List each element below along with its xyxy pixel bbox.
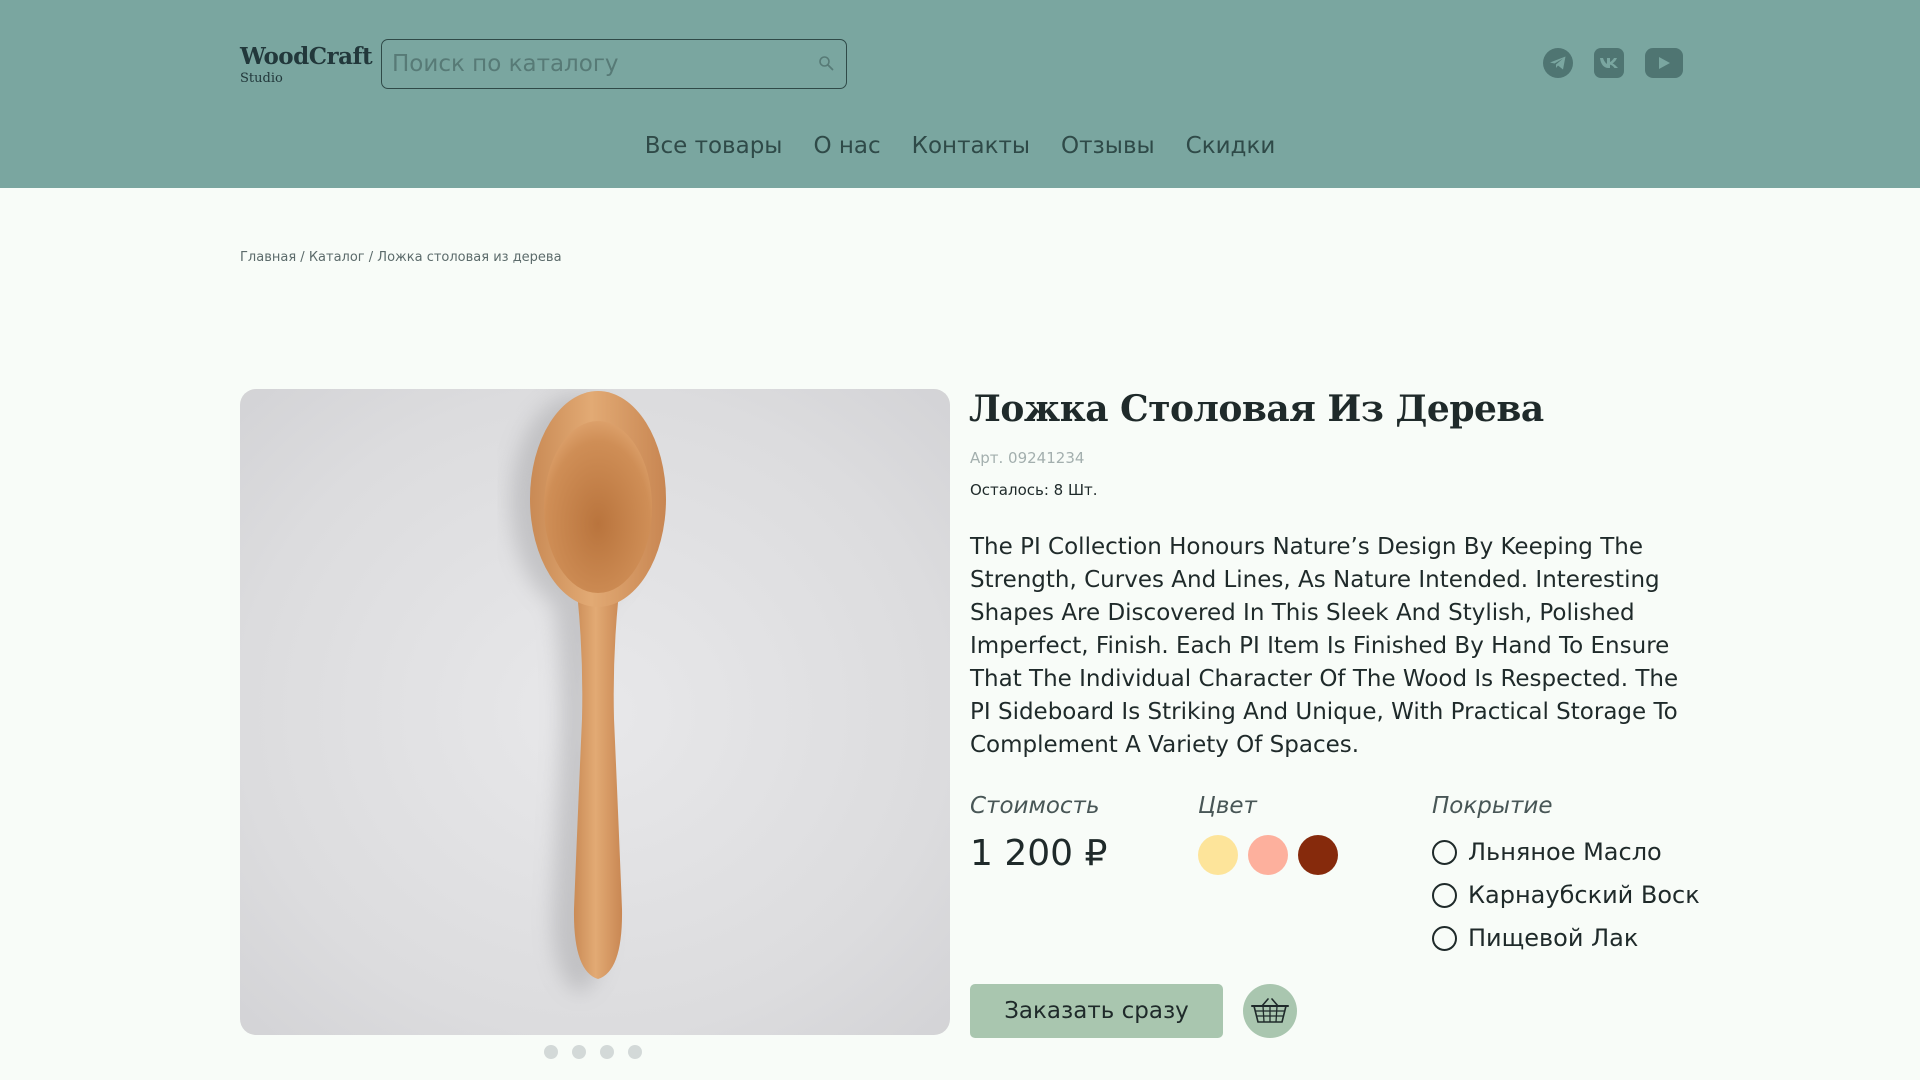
coating-option-label: Карнаубский Воск — [1468, 881, 1700, 909]
telegram-icon[interactable] — [1543, 48, 1573, 78]
basket-icon — [1251, 998, 1289, 1023]
price-label: Стоимость — [970, 793, 1100, 819]
color-label: Цвет — [1198, 793, 1257, 819]
search-icon[interactable] — [818, 55, 834, 71]
radio-icon[interactable] — [1432, 882, 1457, 908]
nav-item-discounts[interactable]: Скидки — [1186, 126, 1276, 166]
color-swatch-peach[interactable] — [1248, 835, 1288, 875]
breadcrumb-home[interactable]: Главная — [240, 250, 296, 265]
gallery-dot[interactable] — [628, 1045, 642, 1059]
radio-icon[interactable] — [1432, 839, 1457, 865]
coating-option-label: Пищевой Лак — [1468, 924, 1639, 952]
wooden-spoon-image — [511, 391, 666, 993]
gallery-dots — [544, 1045, 642, 1059]
color-swatch-dark-brown[interactable] — [1298, 835, 1338, 875]
youtube-icon[interactable] — [1645, 48, 1683, 78]
breadcrumb-separator: / — [296, 250, 309, 265]
main-nav: Все товары О нас Контакты Отзывы Скидки — [0, 126, 1920, 166]
order-now-button[interactable]: Заказать сразу — [970, 984, 1223, 1038]
breadcrumb-catalog[interactable]: Каталог — [309, 250, 365, 265]
product-description: The PI Collection Honours Nature’s Desig… — [970, 534, 1679, 758]
nav-item-contacts[interactable]: Контакты — [912, 126, 1030, 166]
product-title: Ложка Столовая Из Дерева — [969, 388, 1544, 430]
breadcrumb-separator: / — [364, 250, 378, 265]
gallery-dot[interactable] — [544, 1045, 558, 1059]
breadcrumb-current: Ложка столовая из дерева — [377, 250, 562, 265]
logo-name: WoodCraft — [240, 43, 373, 70]
coating-label: Покрытие — [1432, 793, 1553, 819]
search-box — [381, 39, 847, 89]
logo[interactable]: WoodCraft Studio — [240, 43, 373, 87]
nav-item-reviews[interactable]: Отзывы — [1061, 126, 1155, 166]
radio-icon[interactable] — [1432, 925, 1457, 951]
price-value: 1 200 ₽ — [970, 833, 1108, 874]
product-article: Арт. 09241234 — [970, 449, 1085, 467]
product-photo[interactable] — [240, 389, 950, 1035]
logo-sub: Studio — [240, 71, 283, 86]
gallery-dot[interactable] — [600, 1045, 614, 1059]
coating-option-linseed-oil[interactable]: Льняное Масло — [1432, 837, 1662, 867]
social-links — [1543, 48, 1683, 80]
breadcrumb: Главная / Каталог / Ложка столовая из де… — [240, 250, 562, 265]
gallery-dot[interactable] — [572, 1045, 586, 1059]
nav-item-about[interactable]: О нас — [813, 126, 880, 166]
stock-count: Осталось: 8 Шт. — [970, 481, 1098, 499]
coating-option-label: Льняное Масло — [1468, 838, 1662, 866]
site-header: WoodCraft Studio Все товары О нас Контак… — [0, 0, 1920, 188]
search-input[interactable] — [392, 40, 792, 87]
coating-option-food-lacquer[interactable]: Пищевой Лак — [1432, 923, 1638, 953]
add-to-cart-button[interactable] — [1243, 984, 1297, 1038]
color-swatch-light-yellow[interactable] — [1198, 835, 1238, 875]
vk-icon[interactable] — [1594, 48, 1624, 78]
nav-item-all-products[interactable]: Все товары — [645, 126, 783, 166]
coating-option-carnauba-wax[interactable]: Карнаубский Воск — [1432, 880, 1700, 910]
